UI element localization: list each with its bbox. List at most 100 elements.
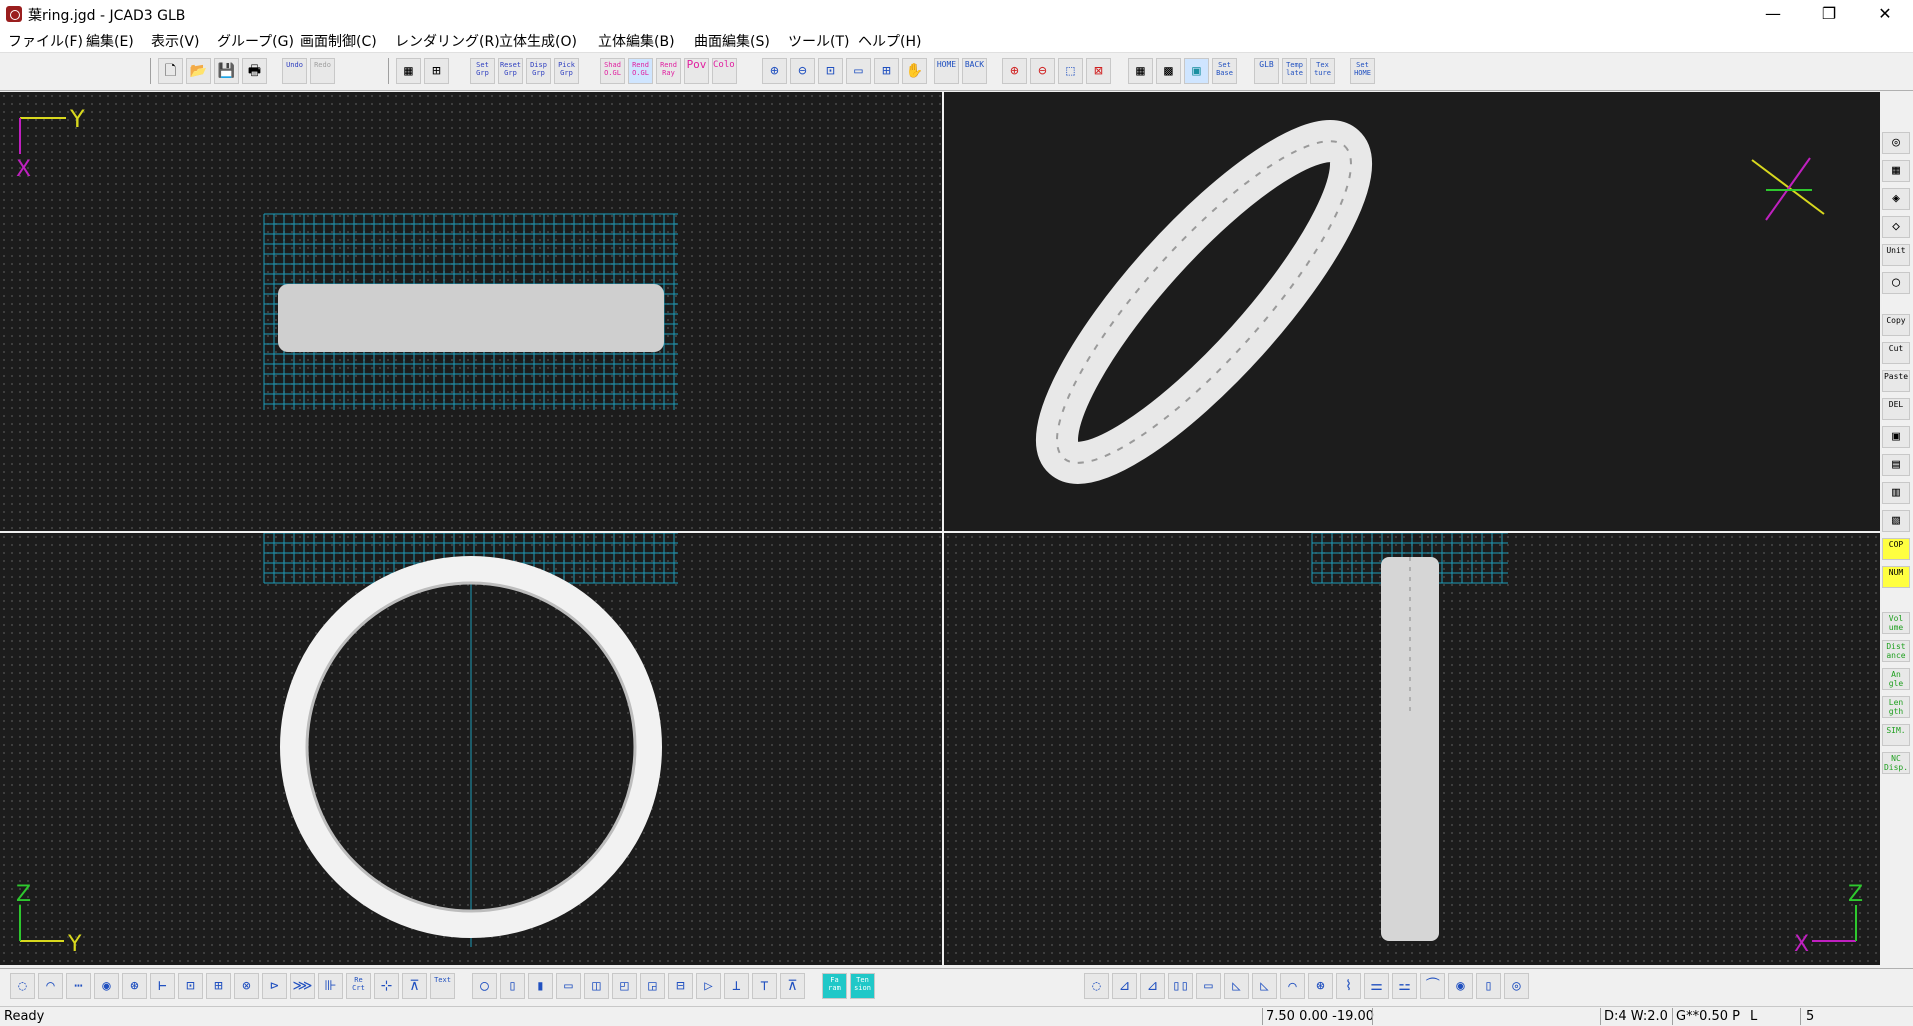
right-tool-12[interactable]: ▥	[1882, 482, 1910, 504]
right-tool-6[interactable]: Copy	[1882, 314, 1910, 336]
bottom-tool-right-0[interactable]: ◌	[1084, 973, 1109, 999]
perspective-icon[interactable]: ⬚	[1058, 58, 1083, 84]
pov-button[interactable]: Pov	[684, 58, 709, 84]
bottom-tool-left-22[interactable]: ◲	[640, 973, 665, 999]
close-button[interactable]: ✕	[1857, 0, 1913, 28]
bottom-tool-left-12[interactable]: Re Crt	[346, 973, 371, 999]
right-tool-9[interactable]: DEL	[1882, 398, 1910, 420]
bottom-tool-left-16[interactable]: ◯	[472, 973, 497, 999]
glb-button[interactable]: GLB	[1254, 58, 1279, 84]
bottom-tool-left-19[interactable]: ▭	[556, 973, 581, 999]
bottom-tool-left-8[interactable]: ⊗	[234, 973, 259, 999]
set-base-button[interactable]: Set Base	[1212, 58, 1237, 84]
right-tool-2[interactable]: ◈	[1882, 188, 1910, 210]
menu-surface[interactable]: 曲面編集(S)	[694, 31, 770, 51]
bottom-tool-right-4[interactable]: ▭	[1196, 973, 1221, 999]
minimize-button[interactable]: —	[1745, 0, 1801, 28]
back-view-button[interactable]: BACK	[962, 58, 987, 84]
viewport-perspective[interactable]	[944, 92, 1880, 531]
bottom-tool-right-7[interactable]: ⌒	[1280, 973, 1305, 999]
grid-mesh-icon[interactable]: ▣	[1184, 58, 1209, 84]
bottom-tool-right-8[interactable]: ⊛	[1308, 973, 1333, 999]
bottom-tool-left-15[interactable]: Text	[430, 973, 455, 999]
bottom-tool-left-14[interactable]: ⊼	[402, 973, 427, 999]
home-view-button[interactable]: HOME	[934, 58, 959, 84]
zoom-window-icon[interactable]: ⊡	[818, 58, 843, 84]
bottom-tool-right-14[interactable]: ▯	[1476, 973, 1501, 999]
right-tool-7[interactable]: Cut	[1882, 342, 1910, 364]
bottom-tool-left-23[interactable]: ⊟	[668, 973, 693, 999]
bottom-tool-left-7[interactable]: ⊞	[206, 973, 231, 999]
right-tool-18[interactable]: An gle	[1882, 668, 1910, 690]
menu-solid[interactable]: 立体編集(B)	[598, 31, 675, 51]
save-icon[interactable]: 💾	[214, 58, 239, 84]
reset-grp-button[interactable]: Reset Grp	[498, 58, 523, 84]
menu-screen[interactable]: 画面制御(C)	[300, 31, 377, 51]
right-tool-17[interactable]: Dist ance	[1882, 640, 1910, 662]
bottom-tool-right-6[interactable]: ◺	[1252, 973, 1277, 999]
bottom-tool-right-3[interactable]: ▯▯	[1168, 973, 1193, 999]
right-tool-0[interactable]: ◎	[1882, 132, 1910, 154]
bottom-tool-left-5[interactable]: ⊢	[150, 973, 175, 999]
bottom-tool-left-17[interactable]: ▯	[500, 973, 525, 999]
viewport-front[interactable]: Z Y	[0, 533, 942, 965]
bottom-tool-left-2[interactable]: ⋯	[66, 973, 91, 999]
right-tool-19[interactable]: Len gth	[1882, 696, 1910, 718]
rend-ray-button[interactable]: Rend Ray	[656, 58, 681, 84]
bottom-tool-right-13[interactable]: ◉	[1448, 973, 1473, 999]
set-home-button[interactable]: Set HOME	[1350, 58, 1375, 84]
zoom-in-icon[interactable]: ⊕	[762, 58, 787, 84]
bottom-tool-right-1[interactable]: ⊿	[1112, 973, 1137, 999]
grid-snap-icon[interactable]: ▩	[1156, 58, 1181, 84]
zoom-out-icon[interactable]: ⊖	[790, 58, 815, 84]
menu-create[interactable]: 立体生成(O)	[499, 31, 577, 51]
right-tool-5[interactable]: ◯	[1882, 272, 1910, 294]
group-list-icon[interactable]: ▦	[396, 58, 421, 84]
bottom-tool-left-26[interactable]: ⊤	[752, 973, 777, 999]
bottom-tool-left-27[interactable]: ⊼	[780, 973, 805, 999]
right-tool-13[interactable]: ▧	[1882, 510, 1910, 532]
zoom-in-red-icon[interactable]: ⊕	[1002, 58, 1027, 84]
right-tool-4[interactable]: Unit	[1882, 244, 1910, 266]
redo-button[interactable]: Redo	[310, 58, 335, 84]
bottom-tool-left-0[interactable]: ◌	[10, 973, 35, 999]
template-button[interactable]: Temp late	[1282, 58, 1307, 84]
right-tool-20[interactable]: SIM.	[1882, 724, 1910, 746]
pan-hand-icon[interactable]: ✋	[902, 58, 927, 84]
pick-grp-button[interactable]: Pick Grp	[554, 58, 579, 84]
bottom-tool-left-1[interactable]: ◠	[38, 973, 63, 999]
viewport-top[interactable]: Y X	[0, 92, 942, 531]
bottom-tool-right-9[interactable]: ⌇	[1336, 973, 1361, 999]
bottom-tool-right-11[interactable]: ⚍	[1392, 973, 1417, 999]
disp-grp-button[interactable]: Disp Grp	[526, 58, 551, 84]
texture-button[interactable]: Tex ture	[1310, 58, 1335, 84]
bottom-tool-left-11[interactable]: ⊪	[318, 973, 343, 999]
menu-file[interactable]: ファイル(F)	[8, 31, 83, 51]
layout-icon[interactable]: ⊞	[424, 58, 449, 84]
bottom-tool-right-15[interactable]: ◎	[1504, 973, 1529, 999]
bottom-tool-left-18[interactable]: ▮	[528, 973, 553, 999]
bottom-tool-left-20[interactable]: ◫	[584, 973, 609, 999]
bottom-tool-left-28[interactable]: Fa ram	[822, 973, 847, 999]
bottom-tool-left-3[interactable]: ◉	[94, 973, 119, 999]
right-tool-3[interactable]: ◇	[1882, 216, 1910, 238]
open-folder-icon[interactable]: 📂	[186, 58, 211, 84]
color-button[interactable]: Color	[712, 58, 737, 84]
menu-edit[interactable]: 編集(E)	[86, 31, 134, 51]
bottom-tool-left-10[interactable]: ⋙	[290, 973, 315, 999]
bottom-tool-left-13[interactable]: ⊹	[374, 973, 399, 999]
viewport-side[interactable]: Z X	[944, 533, 1880, 965]
set-grp-button[interactable]: Set Grp	[470, 58, 495, 84]
print-icon[interactable]: 🖶	[242, 58, 267, 84]
bottom-tool-left-25[interactable]: ⊥	[724, 973, 749, 999]
zoom-out-red-icon[interactable]: ⊖	[1030, 58, 1055, 84]
bottom-tool-right-12[interactable]: ⏜	[1420, 973, 1445, 999]
fit-view-icon[interactable]: ⊞	[874, 58, 899, 84]
bottom-tool-left-24[interactable]: ▷	[696, 973, 721, 999]
ruler-icon[interactable]: ▭	[846, 58, 871, 84]
menu-view[interactable]: 表示(V)	[151, 31, 200, 51]
menu-tools[interactable]: ツール(T)	[788, 31, 849, 51]
right-tool-21[interactable]: NC Disp.	[1882, 752, 1910, 774]
menu-group[interactable]: グループ(G)	[217, 31, 294, 51]
bottom-tool-left-4[interactable]: ⊛	[122, 973, 147, 999]
